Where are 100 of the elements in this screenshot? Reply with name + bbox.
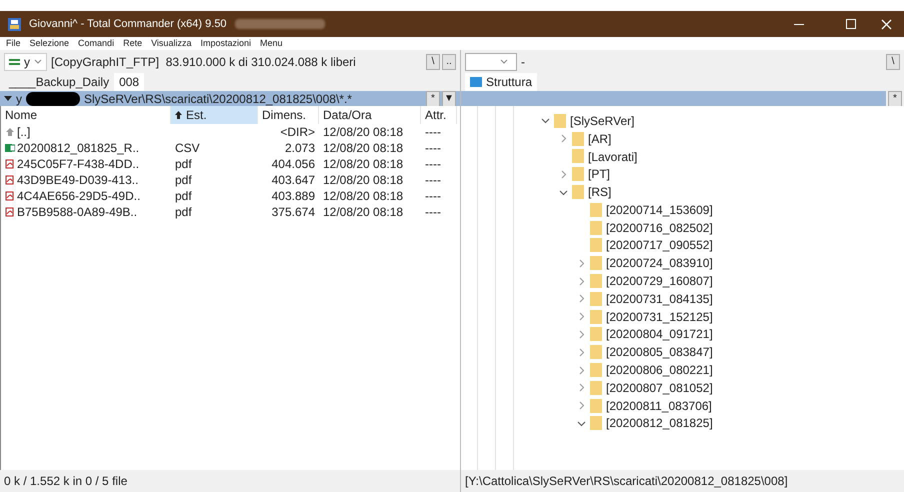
folder-label[interactable]: [PT] (588, 165, 610, 184)
folder-label[interactable]: [RS] (588, 183, 612, 202)
status-text: 0 k / 1.552 k in 0 / 5 file (3, 473, 128, 490)
file-name[interactable]: 4C4AE656-29D5-49D.. (17, 187, 140, 205)
expand-chevron-icon[interactable] (577, 383, 586, 392)
folder-icon (590, 363, 602, 378)
file-date: 12/08/20 08:18 (323, 125, 404, 139)
status-text: [Y:\Cattolica\SlySeRVer\RS\scaricati\20200812_081825\008] (464, 473, 789, 490)
expand-chevron-icon[interactable] (577, 330, 586, 339)
folder-label[interactable]: [SlySeRVer] (570, 112, 634, 130)
folder-label[interactable]: [AR] (588, 130, 612, 148)
folder-label[interactable]: [20200731_084135] (606, 290, 713, 308)
folder-label[interactable]: [20200717_090552] (606, 236, 713, 254)
pdf-icon (5, 207, 15, 217)
toolbar-button[interactable]: ▼ (442, 90, 456, 106)
folder-label[interactable]: [20200729_160807] (606, 272, 713, 290)
file-extension: pdf (175, 189, 192, 203)
menu-item[interactable]: Visualizza (151, 36, 192, 50)
drive-dropdown[interactable] (465, 52, 517, 70)
dropdown-icon (500, 59, 508, 64)
folder-icon (572, 185, 584, 200)
expand-chevron-icon[interactable] (559, 134, 568, 144)
folder-label[interactable]: [20200714_153609] (606, 200, 713, 219)
folder-icon (590, 345, 602, 360)
folder-icon (590, 416, 602, 430)
folder-icon (590, 274, 602, 288)
expand-chevron-icon[interactable] (577, 348, 586, 357)
file-attributes: ---- (425, 205, 441, 219)
file-attributes: ---- (425, 125, 441, 139)
expand-chevron-icon[interactable] (577, 312, 586, 322)
folder-up-icon (5, 127, 15, 137)
folder-label[interactable]: [20200811_083706] (606, 396, 712, 415)
panel-icon (470, 77, 482, 87)
file-date: 12/08/20 08:18 (323, 157, 404, 171)
file-size: <DIR> (280, 125, 315, 139)
file-size: 375.674 (272, 205, 315, 219)
collapse-chevron-icon[interactable] (541, 116, 550, 126)
folder-label[interactable]: [Lavorati] (588, 148, 638, 166)
collapse-chevron-icon[interactable] (577, 418, 586, 428)
folder-icon (590, 380, 602, 395)
toolbar-button[interactable]: * (426, 90, 440, 106)
tab[interactable]: 008 (114, 73, 144, 91)
folder-icon (590, 292, 602, 306)
drive-dropdown[interactable]: y (4, 52, 47, 70)
expand-chevron-icon[interactable] (577, 366, 586, 375)
pdf-icon (5, 159, 15, 169)
folder-icon (590, 256, 602, 270)
folder-label[interactable]: [20200812_081825] (606, 414, 713, 432)
folder-label[interactable]: [20200804_091721] (606, 325, 713, 344)
folder-label[interactable]: [20200724_083910] (606, 254, 713, 272)
dropdown-icon[interactable] (4, 96, 12, 101)
expand-chevron-icon[interactable] (577, 276, 586, 286)
file-extension: pdf (175, 157, 192, 171)
folder-label[interactable]: [20200731_152125] (606, 308, 713, 326)
file-attributes: ---- (425, 141, 441, 155)
expand-chevron-icon[interactable] (559, 170, 568, 179)
folder-label[interactable]: [20200716_082502] (606, 218, 713, 237)
file-size: 2.073 (284, 141, 315, 155)
expand-chevron-icon[interactable] (577, 294, 586, 304)
menu-item[interactable]: Selezione (30, 36, 70, 50)
folder-icon (572, 132, 584, 146)
expand-chevron-icon[interactable] (577, 258, 586, 268)
sort-arrow-icon (175, 111, 182, 119)
drive-info: [CopyGraphIT_FTP] 83.910.000 k di 310.024.088 k liberi (51, 54, 357, 70)
folder-icon (590, 238, 602, 252)
toolbar-button[interactable]: \ (886, 54, 900, 70)
window-title: Giovanni^ - Total Commander (x64) 9.50 (29, 16, 227, 32)
folder-icon (572, 167, 584, 182)
folder-label[interactable]: [20200807_081052] (606, 378, 713, 397)
expand-chevron-icon[interactable] (577, 401, 586, 410)
file-name[interactable]: B75B9588-0A89-49B.. (17, 203, 138, 221)
file-size: 403.889 (272, 189, 315, 203)
collapse-chevron-icon[interactable] (559, 188, 568, 197)
file-attributes: ---- (425, 173, 441, 187)
path-text: y (16, 90, 22, 108)
folder-icon (572, 149, 584, 164)
redaction-mark (26, 92, 80, 106)
menu-item[interactable]: Impostazioni (200, 36, 251, 50)
file-name[interactable]: 43D9BE49-D039-413.. (17, 171, 138, 189)
folder-label[interactable]: [20200805_083847] (606, 343, 713, 362)
file-name[interactable]: 20200812_081825_R.. (17, 139, 140, 157)
file-name[interactable]: 245C05F7-F438-4DD.. (17, 155, 140, 173)
menu-item[interactable]: File (6, 36, 21, 50)
close-icon[interactable] (881, 18, 892, 30)
file-name[interactable]: [..] (17, 123, 30, 141)
toolbar-button[interactable]: \ (426, 54, 440, 70)
menu-item[interactable]: Comandi (78, 36, 114, 50)
tab[interactable]: Struttura (465, 73, 538, 91)
drive-icon (9, 57, 20, 66)
toolbar-button[interactable]: * (888, 90, 902, 106)
folder-icon (590, 220, 602, 235)
toolbar-button[interactable]: .. (442, 54, 456, 70)
pdf-icon (5, 175, 15, 185)
folder-icon (590, 398, 602, 413)
menu-item[interactable]: Menu (260, 36, 282, 50)
file-size: 403.647 (272, 173, 315, 187)
menu-item[interactable]: Rete (123, 36, 142, 50)
column-header[interactable]: Est. (171, 106, 258, 124)
folder-label[interactable]: [20200806_080221] (606, 361, 713, 380)
file-extension: pdf (175, 205, 192, 219)
